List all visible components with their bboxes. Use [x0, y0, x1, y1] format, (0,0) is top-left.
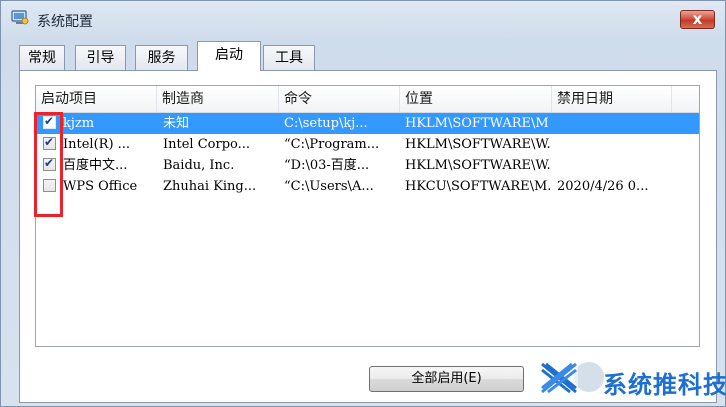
command-cell: “D:\03-百度... [284, 158, 370, 173]
location-cell: HKCU\SOFTWARE\M... [405, 179, 550, 194]
startup-item-name: Intel(R) ... [63, 137, 131, 152]
watermark-text: 系统推科技 [603, 371, 726, 399]
enable-all-button[interactable]: 全部启用(E) [369, 366, 524, 392]
disabled-date-cell [557, 113, 669, 134]
table-row[interactable]: WPS Office Zhuhai King... “C:\Users\A...… [36, 176, 699, 197]
manufacturer-cell: Baidu, Inc. [163, 158, 235, 173]
tab-general[interactable]: 常规 [19, 45, 65, 70]
table-row[interactable]: Intel(R) ... Intel Corpo... “C:\Program.… [36, 134, 699, 155]
disabled-date-cell [557, 155, 669, 176]
column-header-location[interactable]: 位置 [400, 86, 552, 112]
startup-tab-page: 启动项目 制造商 命令 位置 禁用日期 kjzm 未知 C:\setup\kj.… [19, 70, 717, 403]
column-header-command[interactable]: 命令 [279, 86, 400, 112]
checkbox-highlight-annotation [34, 112, 63, 217]
column-header-startup-item[interactable]: 启动项目 [36, 86, 157, 112]
startup-item-name: WPS Office [63, 179, 138, 194]
startup-item-name: kjzm [63, 116, 95, 131]
close-icon: x [692, 10, 703, 28]
list-header: 启动项目 制造商 命令 位置 禁用日期 [36, 86, 699, 113]
manufacturer-cell: 未知 [163, 116, 190, 131]
tab-boot[interactable]: 引导 [75, 45, 126, 70]
window-title: 系统配置 [37, 14, 93, 30]
command-cell: “C:\Users\A... [284, 179, 374, 194]
startup-item-name: 百度中文... [63, 158, 128, 173]
tab-tools[interactable]: 工具 [263, 45, 315, 70]
disabled-date-cell: 2020/4/26 0... [557, 179, 649, 194]
disabled-date-cell [557, 134, 669, 155]
manufacturer-cell: Zhuhai King... [163, 179, 257, 194]
column-header-disabled-date[interactable]: 禁用日期 [552, 86, 672, 112]
column-header-manufacturer[interactable]: 制造商 [157, 86, 279, 112]
manufacturer-cell: Intel Corpo... [163, 137, 251, 152]
command-cell: C:\setup\kj... [284, 116, 368, 131]
location-cell: HKLM\SOFTWARE\W... [405, 158, 550, 173]
system-config-icon [11, 10, 29, 25]
table-row[interactable]: 百度中文... Baidu, Inc. “D:\03-百度... HKLM\SO… [36, 155, 699, 176]
location-cell: HKLM\SOFTWARE\W... [405, 137, 550, 152]
table-row[interactable]: kjzm 未知 C:\setup\kj... HKLM\SOFTWARE\M..… [36, 113, 699, 134]
close-button[interactable]: x [680, 10, 715, 29]
tab-startup[interactable]: 启动 [197, 41, 261, 71]
tab-services[interactable]: 服务 [135, 45, 188, 70]
location-cell: HKLM\SOFTWARE\M... [405, 116, 550, 131]
command-cell: “C:\Program... [284, 137, 380, 152]
title-bar[interactable]: 系统配置 x [1, 1, 725, 37]
watermark-logo-icon [540, 362, 578, 394]
system-config-window: 系统配置 x 常规 引导 服务 启动 工具 启动项目 制造商 命令 位置 禁用日… [0, 0, 726, 407]
startup-items-list[interactable]: 启动项目 制造商 命令 位置 禁用日期 kjzm 未知 C:\setup\kj.… [35, 85, 700, 347]
